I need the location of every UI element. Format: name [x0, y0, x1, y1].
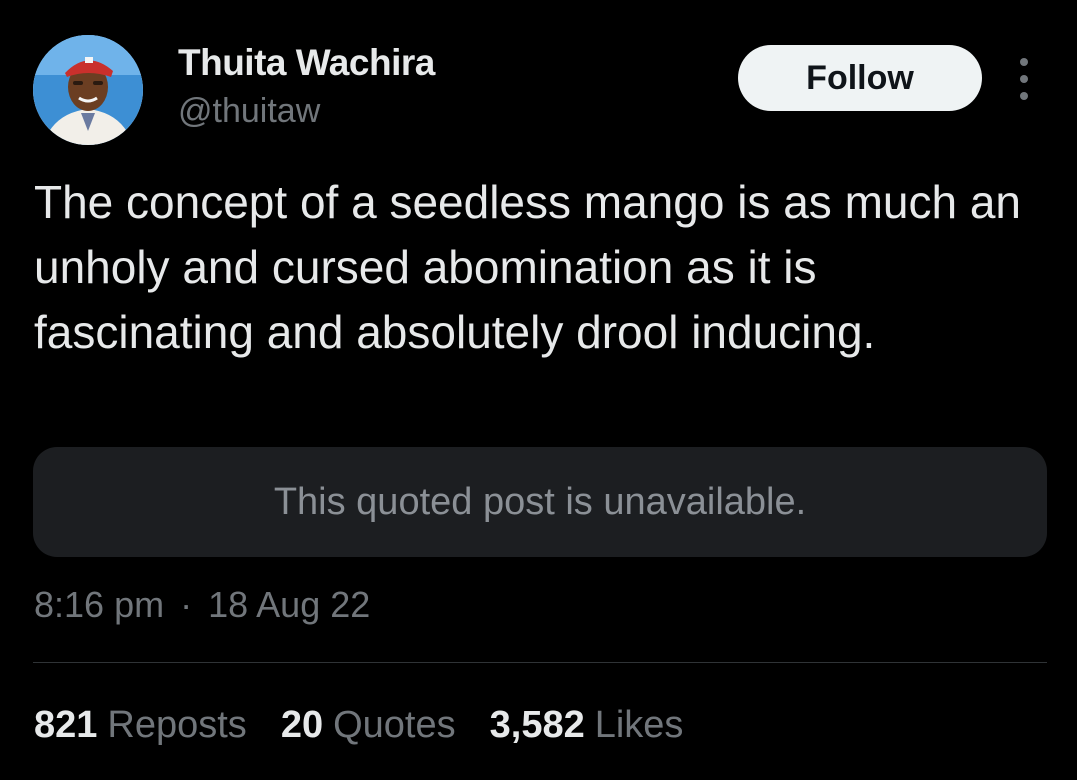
quoted-post-unavailable: This quoted post is unavailable.: [33, 447, 1047, 557]
quoted-post-message: This quoted post is unavailable.: [273, 480, 807, 523]
post-time[interactable]: 8:16 pm: [34, 584, 164, 625]
author-handle[interactable]: @thuitaw: [178, 92, 320, 131]
likes-count: 3,582: [489, 704, 585, 746]
more-dot: [1020, 92, 1028, 100]
more-dot: [1020, 75, 1028, 83]
quotes-count: 20: [280, 704, 324, 746]
author-avatar[interactable]: [33, 35, 143, 145]
stats-divider: [33, 662, 1047, 663]
post-date[interactable]: 18 Aug 22: [208, 584, 370, 625]
more-options-icon[interactable]: [1010, 58, 1038, 100]
quotes-stat[interactable]: 20 Quotes: [281, 704, 456, 747]
likes-stat[interactable]: 3,582 Likes: [490, 704, 684, 747]
likes-label: Likes: [594, 704, 684, 746]
post-stats: 821 Reposts 20 Quotes 3,582 Likes: [34, 704, 683, 747]
post-text: The concept of a seedless mango is as mu…: [34, 176, 1022, 358]
reposts-stat[interactable]: 821 Reposts: [34, 704, 247, 747]
avatar-photo: [33, 35, 143, 145]
timestamp-separator: ·: [180, 584, 193, 625]
quotes-label: Quotes: [333, 704, 456, 746]
post-timestamp[interactable]: 8:16 pm · 18 Aug 22: [34, 584, 370, 626]
follow-button[interactable]: Follow: [738, 45, 982, 111]
author-name[interactable]: Thuita Wachira: [178, 42, 435, 84]
reposts-label: Reposts: [107, 704, 247, 746]
more-dot: [1020, 58, 1028, 66]
reposts-count: 821: [34, 704, 98, 746]
